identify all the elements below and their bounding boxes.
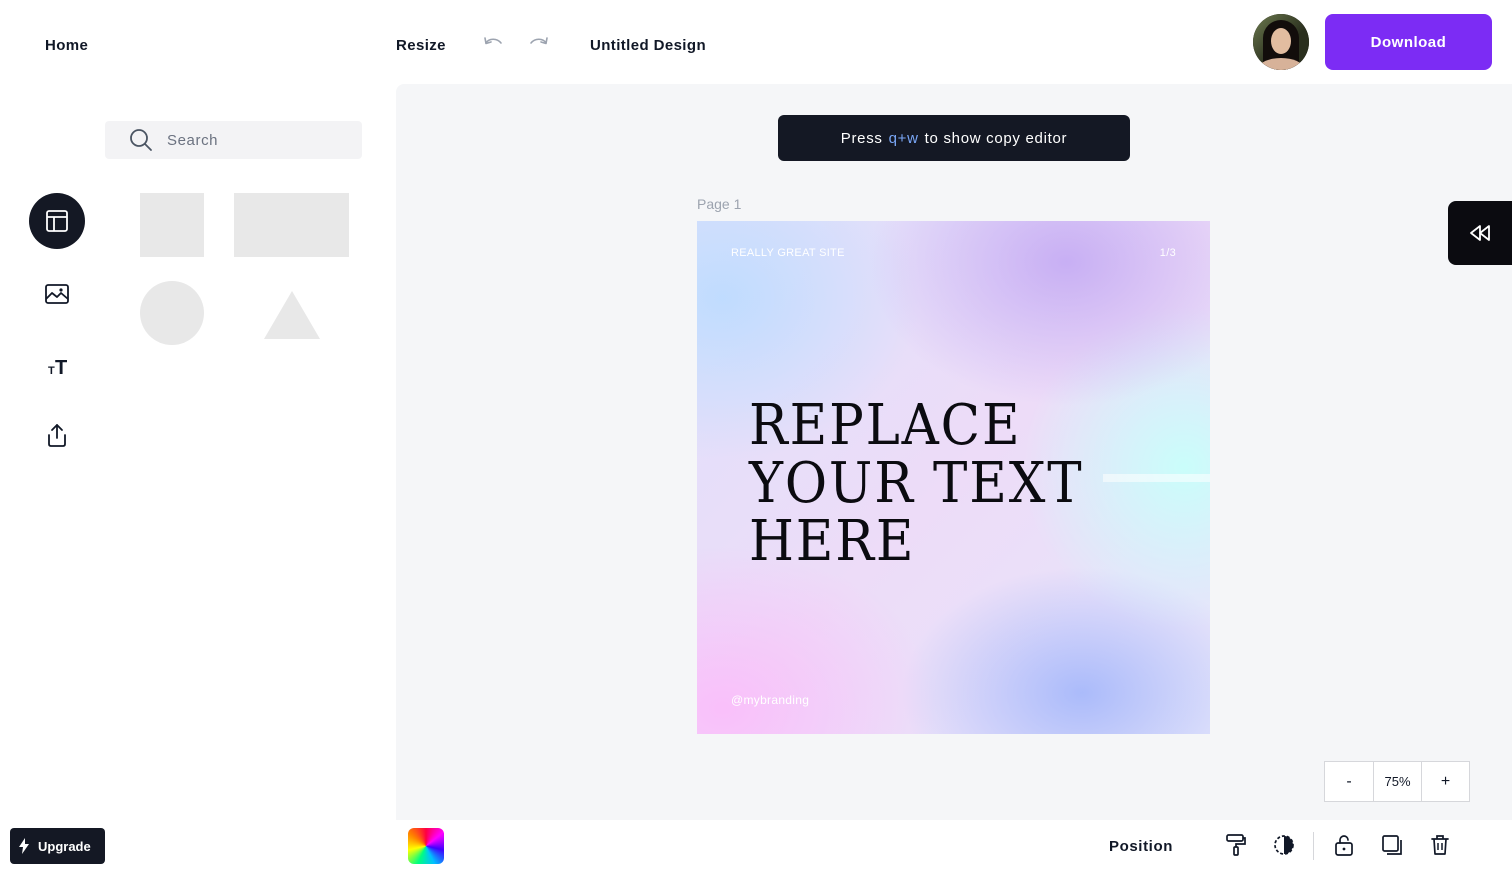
- text-tab[interactable]: T T: [29, 338, 85, 394]
- paint-roller-icon: [1226, 834, 1246, 856]
- bolt-icon: [19, 838, 29, 854]
- rewind-icon: [1470, 225, 1490, 241]
- lock-button[interactable]: [1332, 833, 1356, 857]
- circle-shape[interactable]: [140, 281, 204, 345]
- layout-tab[interactable]: [29, 193, 85, 249]
- duplicate-icon: [1382, 835, 1402, 855]
- collapse-panel-button[interactable]: [1448, 201, 1512, 265]
- contrast-icon: [1274, 835, 1294, 855]
- delete-button[interactable]: [1428, 833, 1452, 857]
- rectangle-shape[interactable]: [234, 193, 349, 257]
- triangle-shape[interactable]: [264, 291, 320, 339]
- avatar-face: [1271, 28, 1291, 54]
- user-avatar[interactable]: [1253, 14, 1309, 70]
- download-button[interactable]: Download: [1325, 14, 1492, 70]
- canvas-site-text[interactable]: REALLY GREAT SITE: [731, 247, 845, 259]
- upgrade-label: Upgrade: [38, 838, 91, 854]
- canvas-page-counter[interactable]: 1/3: [1160, 247, 1176, 259]
- position-button[interactable]: Position: [1109, 838, 1173, 855]
- unlock-icon: [1335, 835, 1353, 856]
- image-icon: [45, 284, 69, 304]
- home-link[interactable]: Home: [45, 37, 88, 54]
- zoom-control: - 75% +: [1324, 761, 1470, 802]
- upload-tab[interactable]: [29, 407, 85, 463]
- zoom-in-button[interactable]: +: [1421, 762, 1469, 801]
- trash-icon: [1431, 835, 1449, 855]
- upload-icon: [48, 424, 66, 447]
- duplicate-button[interactable]: [1380, 833, 1404, 857]
- hint-key: q+w: [888, 129, 919, 147]
- hint-prefix: Press: [840, 129, 883, 147]
- images-tab[interactable]: [29, 266, 85, 322]
- canvas-bar-element[interactable]: [1103, 474, 1210, 482]
- layout-icon: [46, 210, 68, 232]
- contrast-button[interactable]: [1272, 833, 1296, 857]
- text-icon: T T: [48, 357, 67, 377]
- headline-line-2: YOUR TEXT: [749, 451, 1084, 516]
- copy-editor-hint: Press q+w to show copy editor: [778, 115, 1130, 161]
- zoom-level: 75%: [1373, 762, 1421, 801]
- svg-text:T: T: [55, 357, 67, 377]
- search-input[interactable]: [167, 131, 347, 149]
- headline-line-3: HERE: [749, 509, 916, 574]
- page-label: Page 1: [697, 196, 742, 212]
- zoom-out-button[interactable]: -: [1325, 762, 1373, 801]
- design-canvas[interactable]: REALLY GREAT SITE 1/3 REPLACE YOUR TEXT …: [697, 221, 1210, 734]
- square-shape[interactable]: [140, 193, 204, 257]
- document-title[interactable]: Untitled Design: [590, 37, 706, 54]
- color-picker[interactable]: [408, 828, 444, 864]
- search-box: [105, 121, 362, 159]
- undo-icon[interactable]: [482, 34, 504, 52]
- canvas-handle-text[interactable]: @mybranding: [731, 693, 809, 707]
- toolbar-divider: [1313, 832, 1314, 860]
- redo-icon[interactable]: [528, 34, 550, 52]
- hint-suffix: to show copy editor: [924, 129, 1068, 147]
- search-icon: [130, 129, 152, 151]
- upgrade-button[interactable]: Upgrade: [10, 828, 105, 864]
- resize-button[interactable]: Resize: [396, 37, 446, 54]
- headline-line-1: REPLACE: [749, 393, 1022, 458]
- paint-roller-button[interactable]: [1224, 833, 1248, 857]
- canvas-headline[interactable]: REPLACE YOUR TEXT HERE: [749, 397, 1083, 571]
- svg-text:T: T: [48, 365, 55, 377]
